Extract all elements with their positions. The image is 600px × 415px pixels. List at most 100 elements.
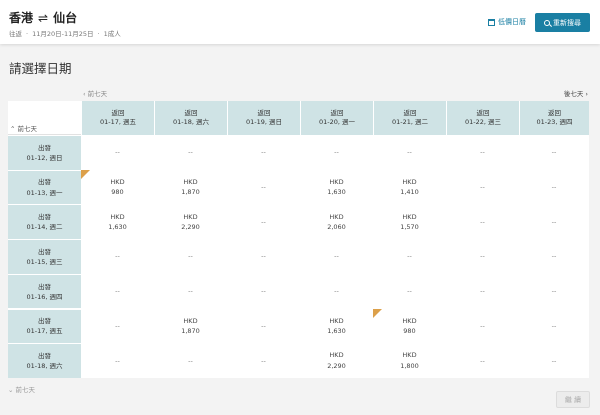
trip-type: 往返 (9, 30, 22, 38)
price-cell[interactable]: -- (446, 170, 519, 205)
depart-date-header: 出發 01-14, 週二 (8, 204, 81, 240)
price-cell[interactable]: -- (227, 343, 300, 378)
depart-date-header: 出發 01-15, 週三 (8, 239, 81, 274)
price-cell[interactable]: -- (81, 135, 154, 170)
price-cell[interactable]: HKD 1,870 (154, 309, 227, 344)
price-cell[interactable]: -- (81, 239, 154, 274)
depart-date-header: 出發 01-18, 週六 (8, 343, 81, 378)
price-value: -- (407, 252, 412, 261)
price-cell[interactable]: -- (81, 274, 154, 309)
depart-label: 出發 (38, 178, 51, 187)
price-cell[interactable]: -- (227, 204, 300, 239)
price-value: -- (480, 356, 485, 365)
price-currency: HKD (110, 212, 125, 221)
return-date-header: 返回 01-19, 週日 (227, 101, 300, 135)
price-value: -- (480, 217, 485, 226)
price-cell[interactable]: -- (300, 239, 373, 274)
price-cell[interactable]: -- (154, 274, 227, 309)
price-cell[interactable]: HKD 1,630 (81, 204, 154, 239)
price-currency: HKD (402, 316, 417, 325)
research-button[interactable]: 重新搜尋 (535, 13, 590, 32)
price-cell[interactable]: HKD 1,870 (154, 170, 227, 205)
price-value: -- (261, 148, 266, 157)
depart-label: 出發 (38, 213, 51, 222)
date-price-grid: ⌃ 前七天 返回 01-17, 週五 返回 01-18, 週六 返回 01-19, 週日返… (8, 101, 589, 378)
price-cell[interactable]: -- (373, 274, 446, 309)
return-label: 返回 (184, 108, 198, 117)
depart-label: 出發 (38, 143, 51, 152)
price-cell[interactable]: HKD 2,290 (300, 343, 373, 378)
price-cell[interactable]: -- (519, 343, 589, 378)
return-date: 01-21, 週二 (391, 118, 429, 126)
destination-city: 仙台 (53, 11, 78, 25)
return-date: 01-22, 週三 (464, 118, 502, 126)
lowest-price-flag-icon (81, 169, 90, 179)
price-cell[interactable]: -- (300, 274, 373, 309)
price-cell[interactable]: -- (519, 204, 589, 239)
calendar-icon (488, 18, 495, 26)
price-cell[interactable]: HKD 1,410 (373, 170, 446, 205)
low-price-calendar-label: 低價日曆 (498, 18, 526, 26)
price-currency: HKD (329, 212, 344, 221)
next-week-button[interactable]: 後七天 › (564, 88, 588, 98)
price-cell[interactable]: HKD 1,570 (373, 204, 446, 239)
depart-date-header: 出發 01-13, 週一 (8, 169, 81, 205)
low-price-calendar-link[interactable]: 低價日曆 (488, 17, 526, 27)
price-value: -- (115, 148, 120, 157)
price-cell[interactable]: -- (519, 170, 589, 205)
price-value: -- (188, 287, 193, 296)
price-cell[interactable]: -- (154, 239, 227, 274)
price-cell[interactable]: -- (81, 309, 154, 344)
price-cell[interactable]: HKD 1,630 (300, 170, 373, 205)
price-cell[interactable]: -- (446, 204, 519, 239)
price-cell[interactable]: HKD 980 (373, 308, 446, 344)
price-cell[interactable]: -- (519, 135, 589, 170)
price-value: -- (261, 356, 266, 365)
price-cell[interactable]: -- (446, 274, 519, 309)
price-cell[interactable]: -- (446, 343, 519, 378)
price-cell[interactable]: HKD 1,630 (300, 309, 373, 344)
price-value: 1,570 (400, 222, 419, 231)
price-cell[interactable]: -- (300, 135, 373, 170)
price-cell[interactable]: -- (519, 274, 589, 309)
continue-button[interactable]: 繼 續 (556, 391, 590, 408)
price-value: 980 (403, 326, 416, 335)
price-cell[interactable]: HKD 980 (81, 169, 154, 205)
price-cell[interactable]: -- (446, 135, 519, 170)
price-cell[interactable]: -- (227, 239, 300, 274)
prev-week-button[interactable]: ‹ 前七天 (83, 88, 107, 98)
price-cell[interactable]: HKD 1,800 (373, 343, 446, 378)
price-cell[interactable]: -- (227, 309, 300, 344)
price-cell[interactable]: -- (446, 309, 519, 344)
price-cell[interactable]: -- (227, 135, 300, 170)
swap-icon: ⇌ (38, 11, 49, 25)
depart-label: 出發 (38, 351, 51, 360)
price-cell[interactable]: HKD 2,060 (300, 204, 373, 239)
depart-date-header: 出發 01-17, 週五 (8, 308, 81, 344)
return-date-header: 返回 01-22, 週三 (446, 101, 519, 135)
research-label: 重新搜尋 (553, 18, 581, 27)
price-value: 1,870 (181, 326, 200, 335)
route-title: 香港 ⇌ 仙台 (9, 9, 77, 26)
price-cell[interactable]: -- (227, 170, 300, 205)
price-cell[interactable]: -- (227, 274, 300, 309)
price-cell[interactable]: -- (446, 239, 519, 274)
prev-days-top-button[interactable]: ⌃ 前七天 (10, 123, 37, 133)
price-value: 1,630 (108, 222, 127, 231)
price-cell[interactable]: -- (81, 343, 154, 378)
price-cell[interactable]: -- (373, 135, 446, 170)
price-cell[interactable]: -- (154, 343, 227, 378)
price-value: -- (115, 321, 120, 330)
return-label: 返回 (330, 108, 344, 117)
price-cell[interactable]: -- (519, 239, 589, 274)
price-value: 2,290 (327, 361, 346, 370)
price-cell[interactable]: -- (154, 135, 227, 170)
price-value: 1,630 (327, 326, 346, 335)
price-cell[interactable]: -- (373, 239, 446, 274)
prev-days-bottom-button[interactable]: ⌄ 前七天 (8, 384, 35, 394)
price-cell[interactable]: HKD 2,290 (154, 204, 227, 239)
price-cell[interactable]: -- (519, 309, 589, 344)
price-currency: HKD (110, 177, 125, 186)
price-currency: HKD (329, 177, 344, 186)
depart-date: 01-14, 週二 (26, 223, 63, 232)
